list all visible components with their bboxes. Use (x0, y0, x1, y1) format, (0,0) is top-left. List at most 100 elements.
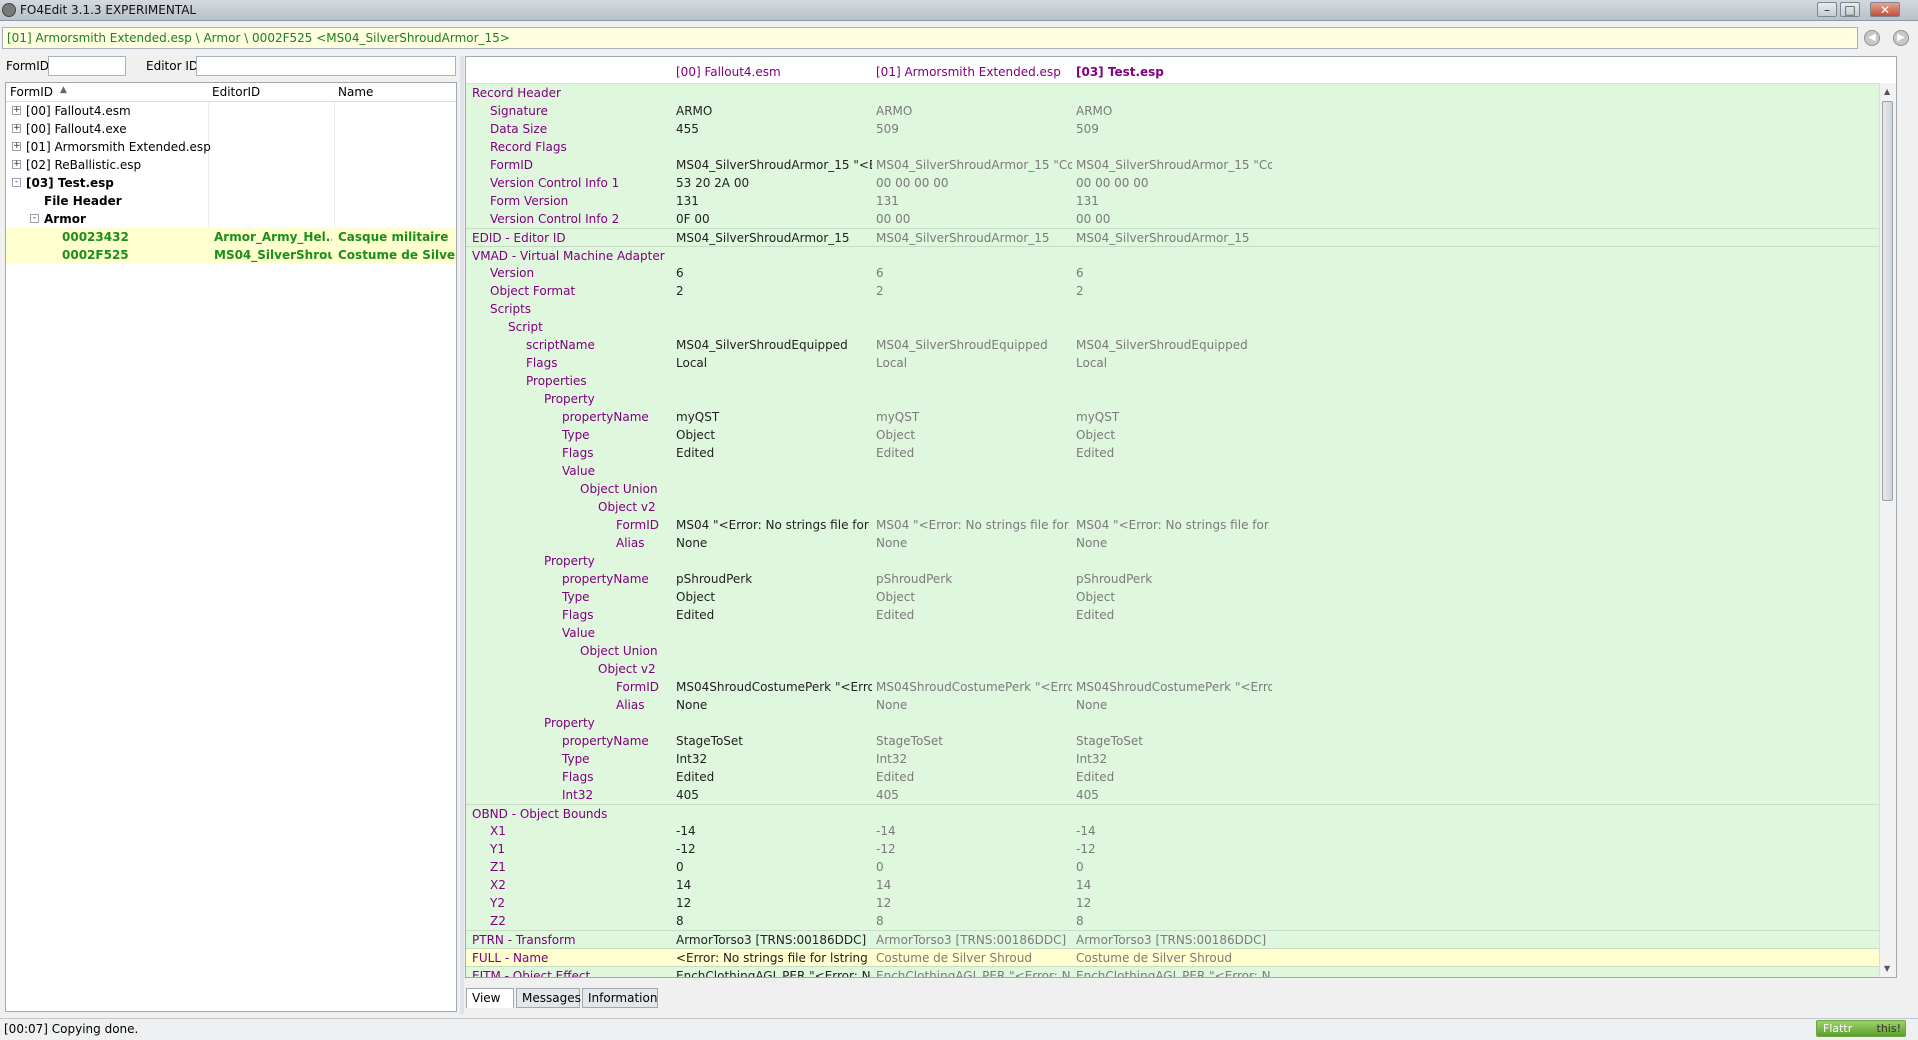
field-value-col2[interactable]: Edited (1076, 770, 1272, 784)
field-value-col1[interactable]: MS04_SilverShroudEquipped (876, 338, 1072, 352)
field-value-col2[interactable]: ARMO (1076, 104, 1272, 118)
field-value-col1[interactable]: 405 (876, 788, 1072, 802)
field-value-col0[interactable]: MS04_SilverShroudArmor_15 "<Er... (676, 158, 872, 172)
grid-row[interactable]: Property (466, 714, 1896, 732)
tree-row[interactable]: + [02] ReBallistic.esp (6, 156, 456, 174)
grid-row[interactable]: Z2 8 8 8 (466, 912, 1896, 930)
field-value-col2[interactable]: None (1076, 536, 1272, 550)
field-value-col1[interactable]: Edited (876, 770, 1072, 784)
field-value-col1[interactable]: Edited (876, 608, 1072, 622)
field-value-col0[interactable]: 131 (676, 194, 872, 208)
grid-row[interactable]: Value (466, 462, 1896, 480)
field-value-col0[interactable]: MS04ShroudCostumePerk "<Erro... (676, 680, 872, 694)
field-value-col1[interactable]: 6 (876, 266, 1072, 280)
grid-row[interactable]: propertyName pShroudPerk pShroudPerk pShrou… (466, 570, 1896, 588)
scrollbar-thumb[interactable] (1882, 101, 1893, 501)
grid-row[interactable]: Version Control Info 1 53 20 2A 00 00 00 0… (466, 174, 1896, 192)
field-value-col0[interactable]: Local (676, 356, 872, 370)
field-value-col2[interactable]: Costume de Silver Shroud (1076, 951, 1272, 965)
field-value-col2[interactable]: StageToSet (1076, 734, 1272, 748)
grid-row[interactable]: Type Object Object Object (466, 588, 1896, 606)
grid-row[interactable]: propertyName myQST myQST myQST (466, 408, 1896, 426)
field-value-col1[interactable]: ArmorTorso3 [TRNS:00186DDC] (876, 933, 1072, 947)
minimize-button[interactable]: – (1817, 2, 1837, 17)
field-value-col2[interactable]: MS04_SilverShroudArmor_15 (1076, 231, 1272, 245)
field-value-col0[interactable]: <Error: No strings file for lstring I... (676, 951, 872, 965)
back-icon[interactable]: ◀ (1864, 30, 1880, 46)
field-value-col1[interactable]: Object (876, 590, 1072, 604)
field-value-col1[interactable]: Object (876, 428, 1072, 442)
grid-row[interactable]: EITM - Object Effect EnchClothingAGI_PER … (466, 966, 1896, 977)
field-value-col1[interactable]: Local (876, 356, 1072, 370)
field-value-col0[interactable]: 405 (676, 788, 872, 802)
grid-row[interactable]: Form Version 131 131 131 (466, 192, 1896, 210)
field-value-col2[interactable]: Int32 (1076, 752, 1272, 766)
grid-row[interactable]: FULL - Name <Error: No strings file for l… (466, 948, 1896, 966)
field-value-col0[interactable]: None (676, 536, 872, 550)
field-value-col0[interactable]: 6 (676, 266, 872, 280)
tree-row[interactable]: - Armor (6, 210, 456, 228)
tab-messages[interactable]: Messages (516, 988, 581, 1008)
field-value-col2[interactable]: 2 (1076, 284, 1272, 298)
field-value-col2[interactable]: MS04_SilverShroudEquipped (1076, 338, 1272, 352)
field-value-col1[interactable]: pShroudPerk (876, 572, 1072, 586)
grid-row[interactable]: scriptName MS04_SilverShroudEquipped MS04_… (466, 336, 1896, 354)
grid-row[interactable]: FormID MS04ShroudCostumePerk "<Erro... MS0… (466, 678, 1896, 696)
tree-row[interactable]: File Header (6, 192, 456, 210)
grid-row[interactable]: Signature ARMO ARMO ARMO (466, 102, 1896, 120)
field-value-col2[interactable]: MS04ShroudCostumePerk "<Erro... (1076, 680, 1272, 694)
scroll-down-icon[interactable]: ▼ (1884, 964, 1890, 973)
collapse-icon[interactable]: - (12, 178, 21, 187)
tree-row[interactable]: 00023432 Armor_Army_Hel... Casque militair… (6, 228, 456, 246)
field-value-col1[interactable]: 0 (876, 860, 1072, 874)
column-header-editorid[interactable]: EditorID (212, 85, 260, 99)
field-value-col0[interactable]: myQST (676, 410, 872, 424)
field-value-col1[interactable]: 12 (876, 896, 1072, 910)
expand-icon[interactable]: + (12, 142, 21, 151)
grid-row[interactable]: Y1 -12 -12 -12 (466, 840, 1896, 858)
grid-row[interactable]: Flags Edited Edited Edited (466, 444, 1896, 462)
field-value-col2[interactable]: EnchClothingAGI_PER "<Error: N... (1076, 969, 1272, 977)
field-value-col2[interactable]: Object (1076, 590, 1272, 604)
field-value-col0[interactable]: 0F 00 (676, 212, 872, 226)
tree-row[interactable]: 0002F525 MS04_SilverShrou... Costume de Si… (6, 246, 456, 264)
field-value-col2[interactable]: Object (1076, 428, 1272, 442)
expand-icon[interactable]: + (12, 124, 21, 133)
grid-row[interactable]: Properties (466, 372, 1896, 390)
grid-row[interactable]: Object Format 2 2 2 (466, 282, 1896, 300)
field-value-col0[interactable]: Edited (676, 608, 872, 622)
field-value-col0[interactable]: Edited (676, 770, 872, 784)
field-value-col0[interactable]: EnchClothingAGI_PER "<Error: N... (676, 969, 872, 977)
field-value-col1[interactable]: Edited (876, 446, 1072, 460)
field-value-col2[interactable]: MS04_SilverShroudArmor_15 "Co... (1076, 158, 1272, 172)
field-value-col1[interactable]: EnchClothingAGI_PER "<Error: N... (876, 969, 1072, 977)
field-value-col1[interactable]: 131 (876, 194, 1072, 208)
grid-row[interactable]: VMAD - Virtual Machine Adapter (466, 246, 1896, 264)
field-value-col0[interactable]: 0 (676, 860, 872, 874)
field-value-col1[interactable]: 2 (876, 284, 1072, 298)
grid-row[interactable]: propertyName StageToSet StageToSet StageToS… (466, 732, 1896, 750)
maximize-button[interactable]: □ (1840, 2, 1860, 17)
field-value-col1[interactable]: MS04ShroudCostumePerk "<Erro... (876, 680, 1072, 694)
grid-row[interactable]: Object v2 (466, 498, 1896, 516)
grid-row[interactable]: Type Int32 Int32 Int32 (466, 750, 1896, 768)
grid-row[interactable]: Record Flags (466, 138, 1896, 156)
field-value-col1[interactable]: 14 (876, 878, 1072, 892)
field-value-col2[interactable]: 00 00 00 00 (1076, 176, 1272, 190)
field-value-col1[interactable]: MS04 "<Error: No strings file for Is... (876, 518, 1072, 532)
grid-row[interactable]: Value (466, 624, 1896, 642)
column-header-name[interactable]: Name (338, 85, 373, 99)
field-value-col0[interactable]: MS04 "<Error: No strings file for Is... (676, 518, 872, 532)
grid-row[interactable]: Property (466, 390, 1896, 408)
field-value-col2[interactable]: 6 (1076, 266, 1272, 280)
flattr-button[interactable]: Flattr this! (1816, 1020, 1906, 1037)
field-value-col2[interactable]: Edited (1076, 608, 1272, 622)
field-value-col1[interactable]: 8 (876, 914, 1072, 928)
tree-row[interactable]: + [00] Fallout4.esm (6, 102, 456, 120)
field-value-col2[interactable]: 509 (1076, 122, 1272, 136)
grid-row[interactable]: X1 -14 -14 -14 (466, 822, 1896, 840)
grid-row[interactable]: Z1 0 0 0 (466, 858, 1896, 876)
field-value-col1[interactable]: 00 00 00 00 (876, 176, 1072, 190)
grid-row[interactable]: Object Union (466, 480, 1896, 498)
field-value-col1[interactable]: None (876, 536, 1072, 550)
